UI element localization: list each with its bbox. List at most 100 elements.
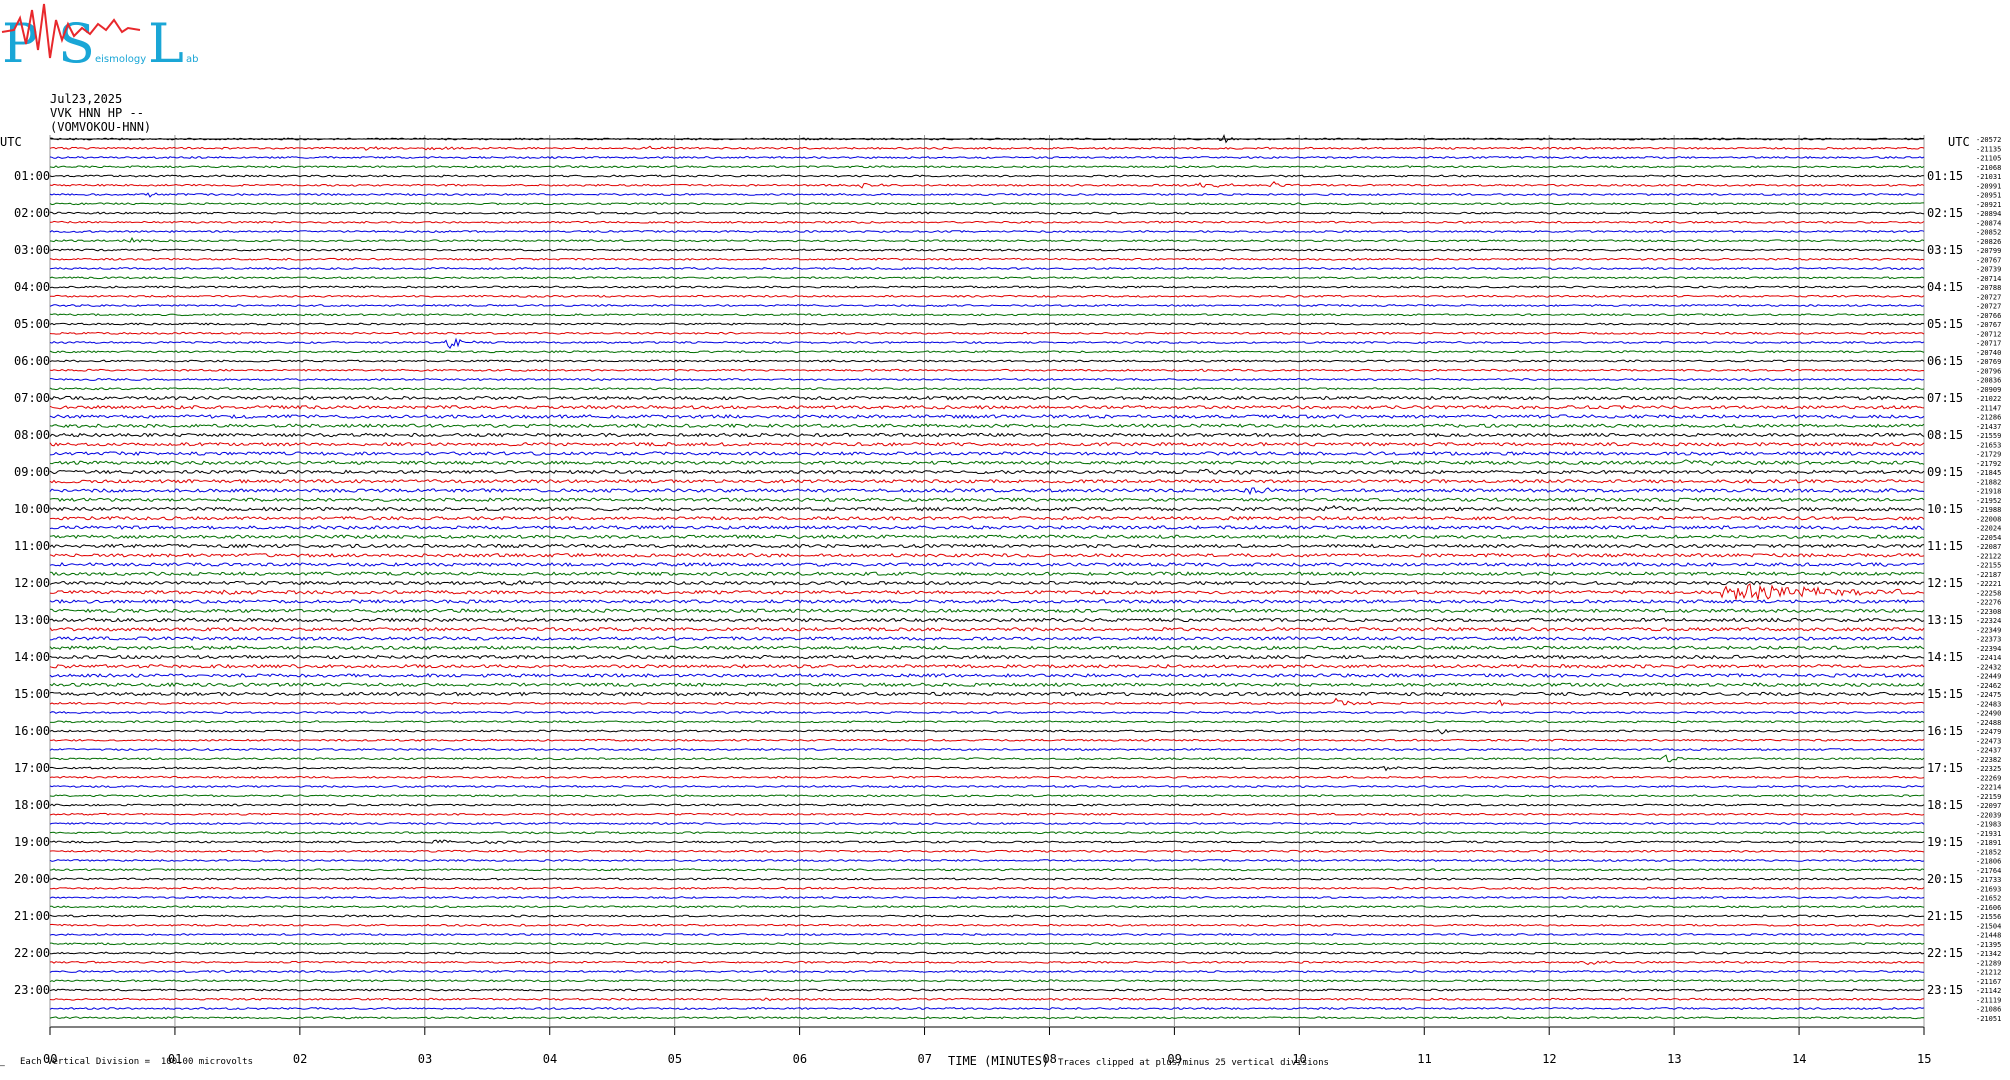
row-offset-label: -21983: [1976, 821, 2001, 829]
trace-row-31: [49, 423, 1925, 429]
left-hour-label: 09:00: [14, 465, 50, 479]
trace-row-35: [49, 459, 1925, 466]
row-offset-label: -21652: [1976, 895, 2001, 903]
row-offset-label: -21105: [1976, 155, 2001, 163]
row-offset-label: -22324: [1976, 617, 2001, 625]
trace-row-86: [49, 932, 1925, 937]
row-offset-label: -21792: [1976, 460, 2001, 468]
right-hour-label: 10:15: [1927, 502, 1963, 516]
x-tick-label: 07: [918, 1052, 932, 1066]
trace-row-74: [49, 821, 1925, 826]
helicorder-canvas: P S L eismology ab Jul23,2025 VVK HNN HP…: [0, 3, 2001, 1070]
trace-row-4: [49, 174, 1925, 178]
row-offset-label: -21068: [1976, 164, 2001, 172]
trace-row-64: [49, 728, 1925, 735]
trace-row-91: [49, 979, 1925, 983]
row-offset-label: -22479: [1976, 728, 2001, 736]
right-hour-label: 09:15: [1927, 465, 1963, 479]
trace-row-30: [49, 414, 1925, 419]
row-offset-label: -21086: [1976, 1006, 2001, 1014]
trace-row-68: [49, 765, 1925, 772]
row-offset-label: -22373: [1976, 636, 2001, 644]
trace-row-49: [49, 583, 1925, 600]
left-hour-label: 19:00: [14, 835, 50, 849]
row-offset-label: -21733: [1976, 876, 2001, 884]
trace-row-87: [50, 942, 1925, 946]
row-offset-label: -22258: [1976, 589, 2001, 597]
row-offset-label: -21147: [1976, 404, 2001, 412]
row-offset-label: -21882: [1976, 478, 2001, 486]
row-offset-label: -21606: [1976, 904, 2001, 912]
trace-row-44: [49, 543, 1925, 549]
right-hour-label: 05:15: [1927, 317, 1963, 331]
right-hour-label: 13:15: [1927, 613, 1963, 627]
trace-row-27: [49, 387, 1925, 391]
trace-row-45: [49, 552, 1925, 558]
right-hour-label: 19:15: [1927, 835, 1963, 849]
trace-row-67: [49, 754, 1925, 763]
trace-row-21: [49, 331, 1925, 335]
right-hour-label: 18:15: [1927, 798, 1963, 812]
trace-row-92: [49, 988, 1925, 992]
trace-row-19: [49, 313, 1925, 317]
row-offset-label: -22159: [1976, 793, 2001, 801]
right-hour-label: 15:15: [1927, 687, 1963, 701]
station-code: VVK HNN HP --: [50, 106, 144, 120]
row-offset-label: -20991: [1976, 182, 2001, 190]
right-hour-label: 11:15: [1927, 539, 1963, 553]
trace-row-37: [49, 478, 1925, 484]
trace-row-41: [49, 515, 1925, 521]
row-offset-label: -20769: [1976, 358, 2001, 366]
trace-row-52: [49, 617, 1925, 623]
row-offset-label: -20799: [1976, 247, 2001, 255]
left-hour-label: 16:00: [14, 724, 50, 738]
row-offset-label: -21504: [1976, 922, 2001, 930]
left-hour-label: 11:00: [14, 539, 50, 553]
right-hour-label: 16:15: [1927, 724, 1963, 738]
left-hour-label: 20:00: [14, 872, 50, 886]
row-offset-label: -21764: [1976, 867, 2001, 875]
trace-row-65: [49, 738, 1925, 742]
left-hour-label: 05:00: [14, 317, 50, 331]
trace-row-62: [49, 710, 1925, 715]
row-offset-label: -21119: [1976, 996, 2001, 1004]
row-offset-label: -20788: [1976, 284, 2001, 292]
row-offset-label: -21988: [1976, 506, 2001, 514]
row-offset-label: -21852: [1976, 848, 2001, 856]
row-offset-label: -20766: [1976, 312, 2001, 320]
trace-row-80: [49, 877, 1925, 881]
row-offset-label: -20572: [1976, 136, 2001, 144]
right-hour-label: 21:15: [1927, 909, 1963, 923]
row-offset-label: -20727: [1976, 293, 2001, 301]
row-offset-label: -21556: [1976, 913, 2001, 921]
row-offset-label: -22414: [1976, 654, 2001, 662]
x-tick-label: 13: [1667, 1052, 1681, 1066]
row-offset-label: -22039: [1976, 811, 2001, 819]
row-offset-label: -22008: [1976, 515, 2001, 523]
trace-row-13: [49, 257, 1925, 261]
trace-row-50: [49, 599, 1925, 604]
left-hour-label: 04:00: [14, 280, 50, 294]
trace-row-75: [49, 831, 1925, 835]
row-offset-label: -21212: [1976, 969, 2001, 977]
trace-row-66: [49, 747, 1925, 752]
row-offset-label: -22214: [1976, 784, 2001, 792]
trace-row-3: [49, 165, 1925, 169]
left-hour-label: 15:00: [14, 687, 50, 701]
trace-row-11: [49, 237, 1925, 243]
row-offset-label: -21448: [1976, 932, 2001, 940]
row-offset-label: -22473: [1976, 737, 2001, 745]
trace-row-29: [49, 404, 1925, 410]
right-hour-label: 02:15: [1927, 206, 1963, 220]
row-offset-label: -21653: [1976, 441, 2001, 449]
trace-row-78: [49, 858, 1925, 863]
row-offset-label: -20740: [1976, 349, 2001, 357]
trace-row-58: [49, 673, 1925, 678]
x-tick-label: 05: [668, 1052, 682, 1066]
seismic-traces: [49, 133, 1925, 1020]
trace-row-42: [49, 525, 1924, 530]
right-hour-labels: 01:15 02:15 03:15 04:15 05:15 06:15 07:15 08:15…: [1927, 169, 1963, 997]
row-offset-label: -20951: [1976, 192, 2001, 200]
right-hour-label: 17:15: [1927, 761, 1963, 775]
left-hour-label: 01:00: [14, 169, 50, 183]
